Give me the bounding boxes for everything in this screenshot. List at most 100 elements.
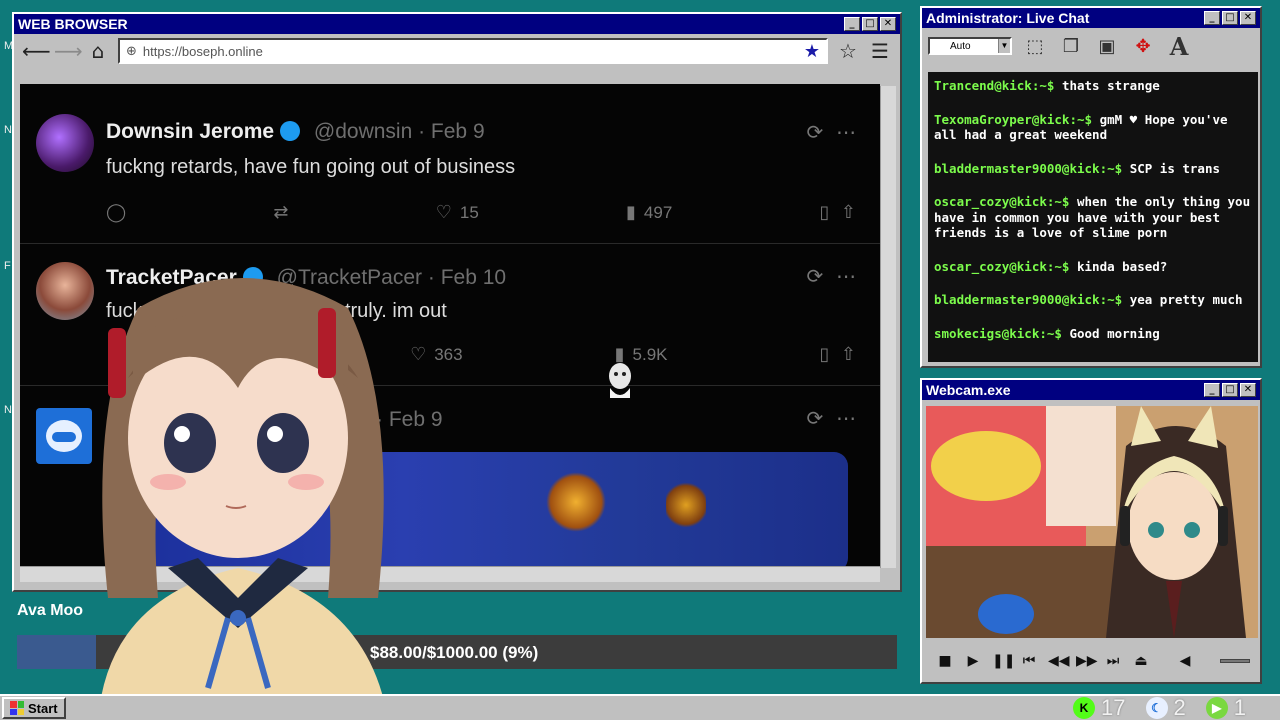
chat-text: SCP is trans bbox=[1129, 160, 1220, 176]
media-controls: ■ ▶ ❚❚ ⏮ ◀◀ ▶▶ ⏭ ⏏ ◀ bbox=[930, 644, 1256, 678]
webcam-titlebar[interactable]: Webcam.exe _ □ ✕ bbox=[922, 380, 1260, 400]
heart-icon: ♡ bbox=[435, 202, 452, 223]
chat-text: kinda based? bbox=[1077, 258, 1168, 274]
minimize-button[interactable]: _ bbox=[1204, 383, 1220, 397]
font-icon[interactable]: A bbox=[1166, 32, 1192, 61]
maximize-button[interactable]: □ bbox=[862, 17, 878, 31]
rewind-icon[interactable]: ◀◀ bbox=[1048, 653, 1070, 669]
chat-log[interactable]: Trancend@kick:~$ thats strange TexomaGroy… bbox=[928, 72, 1258, 362]
stop-icon[interactable]: ■ bbox=[936, 653, 954, 669]
chat-message: bladdermaster9000@kick:~$ SCP is trans bbox=[934, 161, 1252, 177]
chat-message: bladdermaster9000@kick:~$ yea pretty muc… bbox=[934, 292, 1252, 308]
paste-icon[interactable]: ▣ bbox=[1094, 33, 1120, 59]
avatar[interactable] bbox=[36, 114, 94, 172]
back-icon[interactable]: ⟵ bbox=[22, 39, 51, 63]
vtuber-avatar bbox=[98, 278, 388, 720]
chat-username[interactable]: smokecigs@kick:~$ bbox=[934, 326, 1062, 341]
vertical-scrollbar[interactable] bbox=[880, 86, 896, 568]
like-count: 15 bbox=[459, 202, 479, 222]
skip-forward-icon[interactable]: ⏭ bbox=[1104, 653, 1122, 669]
kick-viewer-count: 17 bbox=[1101, 695, 1126, 720]
eject-icon[interactable]: ⏏ bbox=[1132, 653, 1150, 669]
tweet-actions: ◯ ⇄ ♡ 15 ▮ 497 ▯ ⇧ bbox=[106, 202, 856, 223]
tweet-header: Downsin Jerome @downsin · Feb 9 bbox=[106, 120, 485, 144]
desktop-letter: N bbox=[4, 404, 12, 416]
chat-text: Good morning bbox=[1069, 325, 1160, 341]
reply-icon[interactable]: ◯ bbox=[106, 202, 126, 223]
browser-navbar: ⟵ ⟶ ⌂ ⊕ https://boseph.online ★ ☆ ☰ bbox=[14, 34, 900, 68]
minimize-button[interactable]: _ bbox=[844, 17, 860, 31]
window-title: Administrator: Live Chat bbox=[926, 10, 1090, 26]
more-icon[interactable]: ⟳ ⋯ bbox=[807, 264, 856, 288]
home-icon[interactable]: ⌂ bbox=[86, 39, 110, 63]
heart-icon: ♡ bbox=[410, 344, 427, 365]
bookmark-star-icon[interactable]: ★ bbox=[804, 41, 820, 62]
browser-titlebar[interactable]: WEB BROWSER _ □ ✕ bbox=[14, 14, 900, 34]
views-button[interactable]: ▮ 497 bbox=[626, 202, 672, 223]
windows-logo-icon bbox=[10, 701, 24, 715]
menu-icon[interactable]: ☰ bbox=[868, 39, 892, 63]
like-count: 363 bbox=[434, 344, 463, 364]
fast-forward-icon[interactable]: ▶▶ bbox=[1076, 653, 1098, 669]
skip-back-icon[interactable]: ⏮ bbox=[1020, 653, 1038, 669]
globe-icon: ⊕ bbox=[126, 43, 137, 59]
rumble-icon: ▶ bbox=[1205, 697, 1228, 719]
more-icon[interactable]: ⟳ ⋯ bbox=[807, 120, 856, 144]
retweet-icon[interactable]: ⇄ bbox=[273, 202, 288, 223]
chat-username[interactable]: Trancend@kick:~$ bbox=[934, 78, 1054, 93]
desktop-letter: F bbox=[4, 260, 11, 272]
view-count: 497 bbox=[643, 202, 673, 222]
forward-icon[interactable]: ⟶ bbox=[54, 39, 83, 63]
like-button[interactable]: ♡ 363 bbox=[410, 344, 463, 365]
chat-username[interactable]: oscar_cozy@kick:~$ bbox=[934, 194, 1069, 209]
taskbar: Start K 17 ☾ 2 ▶ 1 bbox=[0, 694, 1280, 720]
desktop-letter: N bbox=[4, 124, 12, 136]
tweet-handle[interactable]: @downsin · Feb 9 bbox=[314, 120, 485, 143]
url-text: https://boseph.online bbox=[142, 43, 263, 59]
window-title: WEB BROWSER bbox=[18, 16, 128, 32]
hand-cursor-icon bbox=[609, 363, 631, 398]
volume-icon[interactable]: ◀ bbox=[1176, 653, 1194, 669]
chat-username[interactable]: oscar_cozy@kick:~$ bbox=[934, 259, 1069, 274]
copy-icon[interactable]: ❐ bbox=[1058, 33, 1084, 59]
start-button[interactable]: Start bbox=[2, 697, 66, 719]
chat-message: Trancend@kick:~$ thats strange bbox=[934, 78, 1252, 94]
minimize-button[interactable]: _ bbox=[1204, 11, 1220, 25]
chat-toolbar: Auto ▼ ⬚ ❐ ▣ ✥ A bbox=[922, 28, 1260, 64]
chat-titlebar[interactable]: Administrator: Live Chat _ □ ✕ bbox=[922, 8, 1260, 28]
font-size-select[interactable]: Auto ▼ bbox=[928, 37, 1012, 55]
bookmark-icon[interactable]: ▯ ⇧ bbox=[820, 202, 856, 223]
webcam-feed bbox=[926, 406, 1258, 638]
close-button[interactable]: ✕ bbox=[1240, 383, 1256, 397]
tweet-author[interactable]: Downsin Jerome bbox=[106, 120, 274, 143]
favorites-icon[interactable]: ☆ bbox=[836, 39, 860, 63]
close-button[interactable]: ✕ bbox=[1240, 11, 1256, 25]
chat-message: smokecigs@kick:~$ Good morning bbox=[934, 326, 1252, 342]
chat-username[interactable]: bladdermaster9000@kick:~$ bbox=[934, 292, 1122, 307]
chat-message: oscar_cozy@kick:~$ when the only thing y… bbox=[934, 194, 1252, 241]
address-bar[interactable]: ⊕ https://boseph.online ★ bbox=[118, 38, 828, 64]
select-region-icon[interactable]: ⬚ bbox=[1022, 33, 1048, 59]
pause-icon[interactable]: ❚❚ bbox=[992, 653, 1015, 669]
maximize-button[interactable]: □ bbox=[1222, 11, 1238, 25]
like-button[interactable]: ♡ 15 bbox=[436, 202, 479, 223]
tweet[interactable]: Downsin Jerome @downsin · Feb 9 fuckng r… bbox=[20, 84, 880, 244]
chat-text: thats strange bbox=[1061, 78, 1160, 93]
volume-slider[interactable] bbox=[1220, 659, 1250, 663]
more-icon[interactable]: ⟳ ⋯ bbox=[807, 406, 856, 430]
maximize-button[interactable]: □ bbox=[1222, 383, 1238, 397]
chat-username[interactable]: bladdermaster9000@kick:~$ bbox=[934, 161, 1122, 176]
rumble-viewer-count: 1 bbox=[1233, 695, 1246, 720]
select-value: Auto bbox=[950, 40, 971, 52]
window-title: Webcam.exe bbox=[926, 382, 1011, 398]
start-label: Start bbox=[28, 700, 58, 716]
moon-icon: ☾ bbox=[1145, 697, 1168, 719]
chat-message: oscar_cozy@kick:~$ kinda based? bbox=[934, 259, 1252, 275]
close-button[interactable]: ✕ bbox=[880, 17, 896, 31]
chat-username[interactable]: TexomaGroyper@kick:~$ bbox=[934, 112, 1092, 127]
chart-icon: ▮ bbox=[626, 202, 636, 223]
play-icon[interactable]: ▶ bbox=[964, 653, 982, 669]
move-icon[interactable]: ✥ bbox=[1130, 33, 1156, 59]
chevron-down-icon: ▼ bbox=[998, 39, 1010, 53]
bookmark-icon[interactable]: ▯ ⇧ bbox=[820, 344, 856, 365]
